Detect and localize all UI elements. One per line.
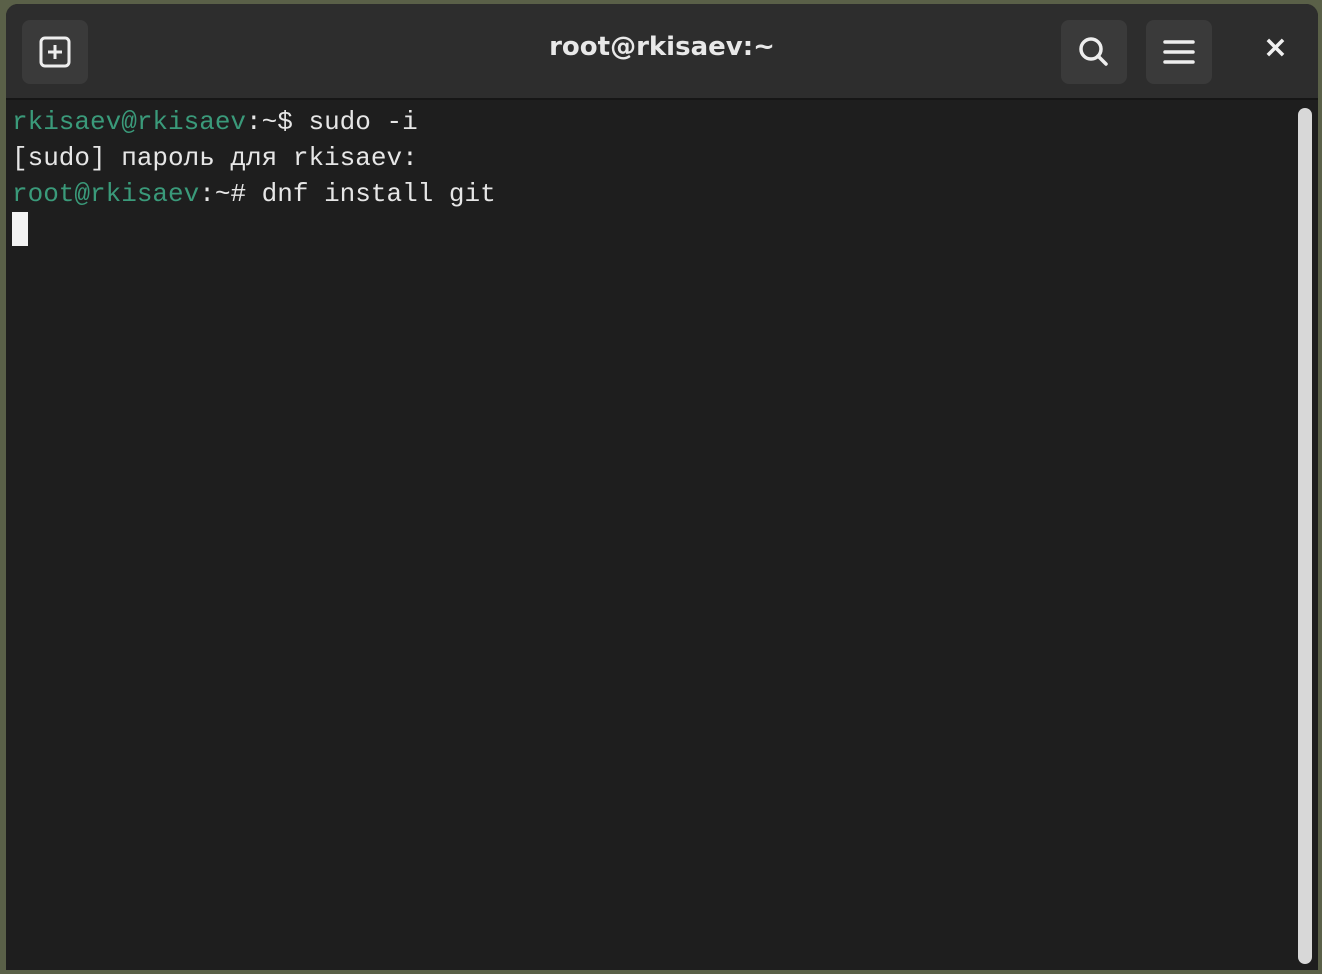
- terminal-line: root@rkisaev:~# dnf install git: [12, 176, 496, 212]
- search-button[interactable]: [1061, 20, 1127, 84]
- hamburger-icon: [1163, 40, 1195, 64]
- command-text: sudo -i: [308, 107, 418, 137]
- menu-button[interactable]: [1146, 20, 1212, 84]
- text-cursor: [12, 212, 28, 246]
- terminal-output[interactable]: rkisaev@rkisaev:~$ sudo -i [sudo] пароль …: [12, 104, 496, 248]
- search-icon: [1079, 37, 1108, 66]
- terminal-window: root@rkisaev:~ × rkisaev@rkisaev:~$ sudo…: [6, 4, 1318, 970]
- terminal-line: rkisaev@rkisaev:~$ sudo -i: [12, 104, 496, 140]
- scrollbar[interactable]: [1298, 108, 1312, 964]
- terminal-line: [sudo] пароль для rkisaev:: [12, 143, 418, 173]
- prompt-user-host: root@rkisaev: [12, 179, 200, 209]
- prompt-user-host: rkisaev@rkisaev: [12, 107, 247, 137]
- header-bar: root@rkisaev:~ ×: [6, 4, 1318, 100]
- prompt-separator: :~$: [246, 107, 309, 137]
- close-button[interactable]: ×: [1263, 30, 1288, 65]
- command-text: dnf install git: [261, 179, 496, 209]
- prompt-separator: :~#: [199, 179, 262, 209]
